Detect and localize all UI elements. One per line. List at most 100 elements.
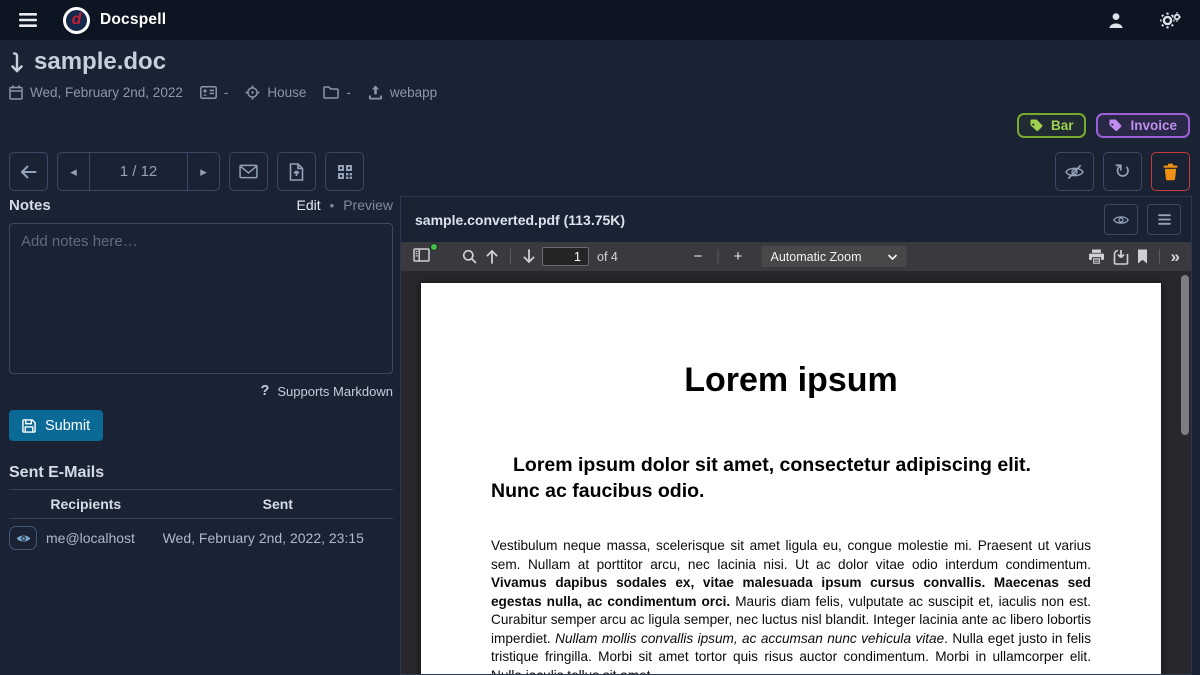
back-button[interactable]: [9, 152, 48, 191]
dot-separator: •: [330, 198, 335, 213]
col-header-sent: Sent: [163, 490, 393, 519]
caret-right-icon: ▸: [200, 164, 207, 179]
item-id-button[interactable]: [325, 152, 364, 191]
mail-recipients: me@localhost: [46, 530, 135, 546]
prev-page-button[interactable]: ◂: [58, 153, 89, 190]
item-correspondent: -: [200, 85, 229, 100]
pdf-next-page-button[interactable]: [518, 247, 540, 266]
question-icon: ?: [261, 383, 270, 399]
pdf-scrollbar-thumb[interactable]: [1181, 275, 1189, 435]
zoom-in-button[interactable]: +: [725, 248, 750, 265]
notes-input[interactable]: [9, 223, 393, 374]
envelope-icon: [239, 164, 258, 179]
user-icon: [1108, 12, 1124, 29]
document-title: sample.doc: [34, 48, 166, 76]
view-mail-button[interactable]: [9, 526, 37, 550]
eye-slash-icon: [1065, 164, 1084, 180]
sent-email-row: me@localhost Wed, February 2nd, 2022, 23…: [9, 519, 393, 557]
delete-item-button[interactable]: [1151, 152, 1190, 191]
page-indicator: 1 / 12: [89, 153, 188, 190]
brand-title: Docspell: [100, 11, 166, 29]
reprocess-button[interactable]: ↻: [1103, 152, 1142, 191]
crosshairs-icon: [245, 85, 260, 100]
tag-icon: [1030, 119, 1043, 132]
upload-icon: [368, 85, 383, 100]
download-icon: [1113, 249, 1129, 265]
qrcode-icon: [337, 164, 353, 180]
list-menu-icon: [1158, 214, 1171, 225]
item-date: Wed, February 2nd, 2022: [9, 85, 183, 100]
top-navbar: d Docspell: [0, 0, 1200, 40]
gears-icon: [1160, 12, 1181, 29]
arrow-left-icon: [20, 165, 37, 179]
pdf-save-button[interactable]: [1109, 247, 1133, 267]
calendar-icon: [9, 85, 23, 100]
pdf-toolbar: of 4 − + Automatic Zoom: [401, 242, 1191, 271]
notes-tab-preview[interactable]: Preview: [343, 197, 393, 213]
eye-icon: [1113, 214, 1129, 226]
sent-emails-table: Recipients Sent: [9, 489, 393, 556]
notes-title: Notes: [9, 197, 297, 214]
markdown-hint-link[interactable]: ? Supports Markdown: [9, 383, 393, 399]
attachment-panel: sample.converted.pdf (113.75K): [400, 196, 1192, 675]
tags-row: Bar Invoice: [9, 113, 1190, 139]
docspell-logo: d: [63, 7, 90, 34]
add-files-button[interactable]: [277, 152, 316, 191]
pdf-more-tools-button[interactable]: »: [1167, 245, 1184, 269]
attachment-pager: ◂ 1 / 12 ▸: [57, 152, 220, 191]
item-source: webapp: [368, 85, 437, 100]
settings-menu-button[interactable]: [1156, 8, 1185, 33]
pdf-document-subtitle: Lorem ipsum dolor sit amet, consectetur …: [491, 452, 1091, 504]
attachment-menu-button[interactable]: [1147, 204, 1181, 235]
attachment-view-button[interactable]: [1104, 204, 1138, 235]
trash-icon: [1162, 163, 1179, 181]
pdf-viewer: Lorem ipsum Lorem ipsum dolor sit amet, …: [401, 271, 1191, 674]
zoom-out-button[interactable]: −: [685, 248, 710, 265]
col-header-recipients: Recipients: [9, 490, 163, 519]
pdf-prev-page-button[interactable]: [481, 247, 503, 266]
left-panel: Notes Edit • Preview ? Supports Markdown…: [0, 196, 400, 675]
zoom-select[interactable]: Automatic Zoom: [761, 246, 906, 267]
sent-emails-title: Sent E-Mails: [9, 464, 393, 482]
notes-tab-edit[interactable]: Edit: [297, 197, 321, 213]
arrow-down-icon: [9, 51, 25, 73]
hamburger-icon: [19, 13, 37, 27]
pdf-document-title: Lorem ipsum: [491, 361, 1091, 400]
arrow-down-icon: [522, 249, 536, 264]
docspell-app: d Docspell sample.doc: [0, 0, 1200, 675]
file-upload-icon: [289, 163, 304, 181]
search-icon: [462, 249, 477, 264]
printer-icon: [1088, 249, 1105, 265]
chevron-down-icon: [888, 254, 898, 260]
tag-icon: [1109, 119, 1122, 132]
mail-sent-date: Wed, February 2nd, 2022, 23:15: [163, 519, 393, 557]
item-concerning: House: [245, 85, 306, 100]
send-mail-button[interactable]: [229, 152, 268, 191]
tag-invoice[interactable]: Invoice: [1096, 113, 1190, 138]
unconfirm-button[interactable]: [1055, 152, 1094, 191]
pdf-page-total: of 4: [597, 250, 618, 264]
menu-toggle-button[interactable]: [15, 9, 41, 31]
item-folder: -: [323, 85, 351, 100]
user-menu-button[interactable]: [1104, 8, 1128, 33]
item-toolbar: ◂ 1 / 12 ▸: [9, 152, 1190, 191]
pdf-page-input[interactable]: [542, 247, 589, 266]
pdf-print-button[interactable]: [1084, 247, 1109, 267]
attachment-filename: sample.converted.pdf (113.75K): [415, 212, 1095, 228]
submit-notes-button[interactable]: Submit: [9, 410, 103, 441]
pdf-bookmark-button[interactable]: [1133, 247, 1152, 266]
pdf-document-body: Vestibulum neque massa, scelerisque sit …: [491, 537, 1091, 674]
notification-dot: [430, 243, 438, 251]
sidebar-toggle-icon: [413, 248, 430, 262]
address-card-icon: [200, 86, 217, 99]
pdf-search-button[interactable]: [458, 247, 481, 266]
document-header: sample.doc Wed, February 2nd, 2022 - Hou…: [0, 40, 1200, 191]
main-content: Notes Edit • Preview ? Supports Markdown…: [0, 196, 1200, 675]
attachment-header: sample.converted.pdf (113.75K): [401, 197, 1191, 242]
tag-bar[interactable]: Bar: [1017, 113, 1087, 138]
refresh-icon: ↻: [1114, 162, 1131, 182]
arrow-up-icon: [485, 249, 499, 264]
bookmark-icon: [1137, 249, 1148, 264]
next-page-button[interactable]: ▸: [188, 153, 219, 190]
eye-icon: [16, 533, 31, 544]
